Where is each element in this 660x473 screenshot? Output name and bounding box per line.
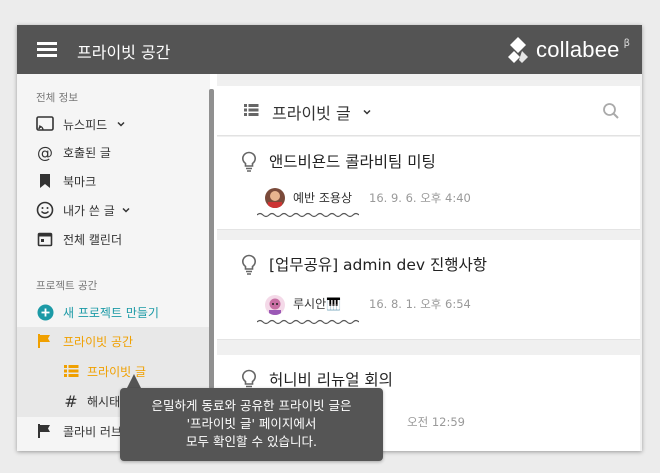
chevron-down-icon[interactable] (121, 205, 131, 215)
tooltip-arrow (127, 374, 141, 388)
create-project-label: 새 프로젝트 만들기 (63, 306, 159, 320)
tooltip-line: 모두 확인할 수 있습니다. (186, 434, 317, 449)
lightbulb-icon (242, 151, 256, 172)
sidebar-item-label: 뉴스피드 (63, 118, 108, 132)
feed-icon (36, 115, 54, 133)
top-bar: 프라이빗 공간 collabee β (17, 25, 642, 74)
post-author: 루시안🎹 (293, 297, 342, 311)
post-title[interactable]: 앤드비욘드 콜라비팀 미팅 (269, 150, 436, 172)
sidebar-item-calendar[interactable]: 전체 캘린더 (17, 225, 210, 253)
create-project-button[interactable]: 새 프로젝트 만들기 (17, 298, 210, 326)
post-title[interactable]: 허니비 리뉴얼 회의 (269, 368, 393, 390)
beta-badge: β (623, 37, 630, 49)
collabee-logo[interactable]: collabee β (506, 33, 630, 67)
at-icon: @ (37, 142, 53, 162)
post-title[interactable]: [업무공유] admin dev 진행사항 (269, 253, 487, 275)
list-icon (244, 104, 259, 116)
tooltip-line: 은밀하게 동료와 공유한 프라이빗 글은 (151, 398, 352, 413)
flag-icon (36, 332, 54, 350)
content-header: 프라이빗 글 (217, 86, 640, 136)
sidebar-item-label: 북마크 (63, 175, 97, 189)
post-time: 16. 8. 1. 오후 6:54 (369, 297, 471, 311)
list-icon (62, 362, 80, 380)
sidebar-item-label: 콜라비 러브 (63, 425, 123, 439)
sidebar-scrollbar[interactable] (209, 89, 214, 389)
decorative-underline (257, 212, 359, 218)
calendar-icon (36, 230, 54, 248)
avatar (265, 188, 285, 208)
sidebar-item-private-posts[interactable]: 프라이빗 글 (17, 357, 210, 387)
sidebar-item-label: 전체 캘린더 (63, 233, 123, 247)
post-time: 16. 9. 6. 오후 4:40 (369, 191, 471, 205)
flag-icon (36, 422, 54, 440)
sidebar-item-label: 프라이빗 공간 (63, 335, 134, 349)
post-author: 예반 조용상 (293, 191, 353, 205)
sidebar-item-label: 내가 쓴 글 (63, 204, 115, 218)
decorative-underline (257, 319, 359, 325)
collabee-logo-icon (508, 37, 529, 63)
post-time: 오전 12:59 (407, 415, 465, 429)
sidebar-item-my-posts[interactable]: 내가 쓴 글 (17, 196, 210, 224)
sidebar-item-mentions[interactable]: @ 호출된 글 (17, 138, 210, 166)
smiley-icon (36, 201, 54, 219)
menu-icon[interactable] (37, 41, 57, 57)
bookmark-icon (36, 172, 54, 190)
plus-circle-icon (36, 303, 54, 321)
section-title-all: 전체 정보 (36, 92, 78, 104)
help-tooltip: 은밀하게 동료와 공유한 프라이빗 글은 '프라이빗 글' 페이지에서 모두 확… (120, 388, 383, 461)
search-icon[interactable] (602, 102, 620, 120)
post-item[interactable]: [업무공유] admin dev 진행사항 루시안🎹 16. 8. 1. 오후 … (217, 240, 640, 340)
sidebar-item-bookmark[interactable]: 북마크 (17, 167, 210, 195)
post-item[interactable]: 앤드비욘드 콜라비팀 미팅 예반 조용상 16. 9. 6. 오후 4:40 (217, 137, 640, 230)
tooltip-line: '프라이빗 글' 페이지에서 (186, 416, 317, 431)
avatar (265, 295, 285, 315)
chevron-down-icon[interactable] (116, 119, 126, 129)
hashtag-icon: # (64, 391, 78, 411)
sidebar-item-label: 호출된 글 (63, 146, 111, 160)
chevron-down-icon[interactable] (362, 107, 372, 117)
logo-text: collabee (536, 37, 620, 62)
page-title: 프라이빗 공간 (77, 43, 171, 62)
section-title-projects: 프로젝트 공간 (36, 280, 98, 292)
sidebar-item-newsfeed[interactable]: 뉴스피드 (17, 110, 210, 138)
content-title[interactable]: 프라이빗 글 (272, 100, 351, 124)
lightbulb-icon (242, 254, 256, 275)
sidebar-item-private-space[interactable]: 프라이빗 공간 (17, 327, 210, 357)
